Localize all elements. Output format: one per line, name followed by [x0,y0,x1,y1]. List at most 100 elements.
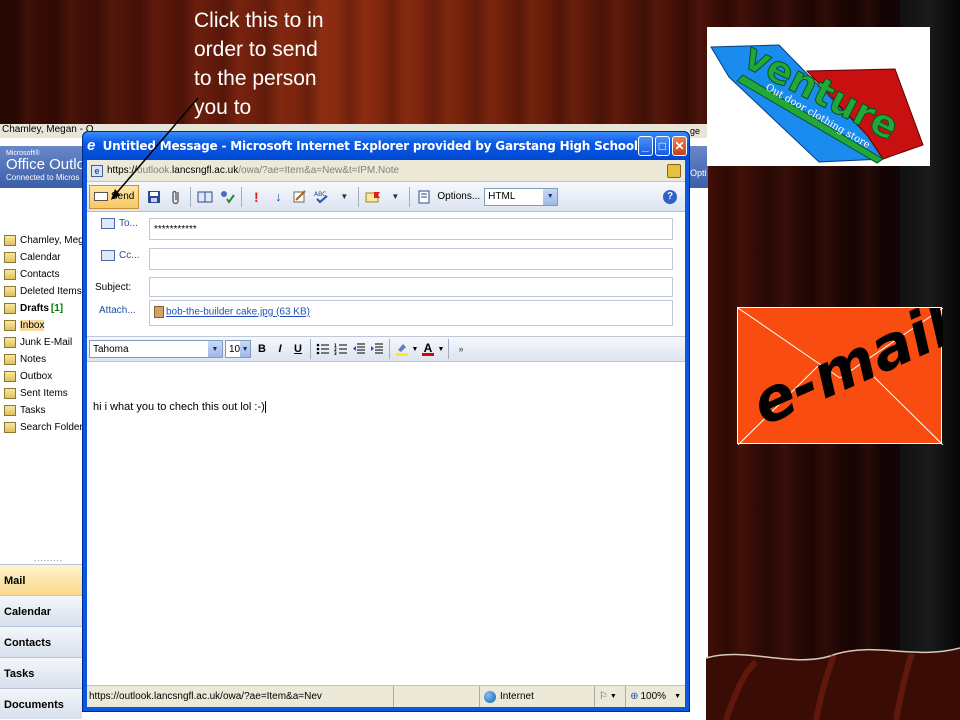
connected-label: Connected to Micros [6,173,80,182]
page-icon: e [91,164,103,177]
folder-item-outbox[interactable]: Outbox [0,368,82,385]
subject-field[interactable] [149,277,673,297]
to-button[interactable]: To... [87,218,149,229]
options-button[interactable]: Options... [437,191,480,202]
address-book-icon [101,218,115,229]
folder-item-sent[interactable]: Sent Items [0,385,82,402]
status-url: https://outlook.lancsngfl.ac.uk/owa/?ae=… [87,686,394,707]
folder-item-inbox[interactable]: Inbox [0,317,82,334]
send-button[interactable]: Send [89,184,140,209]
folder-item-calendar[interactable]: Calendar [0,249,82,266]
address-bar[interactable]: e https://outlook.lancsngfl.ac.uk/owa/?a… [87,160,685,182]
font-select[interactable]: Tahoma ▼ [89,340,223,358]
attach-button[interactable]: Attach... [87,305,149,316]
folder-item-search[interactable]: Search Folders [0,419,88,436]
cc-field[interactable] [149,248,673,270]
message-body-editor[interactable]: hi i what you to chech this out lol :-) [87,389,685,685]
toolbar-separator [409,186,411,207]
attachment-field: bob-the-builder cake.jpg (63 KB) [149,300,673,326]
ie-logo-icon: e [87,137,96,154]
italic-button[interactable]: I [271,339,289,359]
window-titlebar[interactable]: e Untitled Message - Microsoft Internet … [83,132,689,160]
folder-item-drafts[interactable]: Drafts [1] [0,300,82,317]
nav-mail-button[interactable]: Mail [0,564,82,595]
zoom-icon: ⊕ [630,691,639,702]
help-icon[interactable]: ? [663,189,677,204]
sent-items-icon [4,388,16,399]
security-zone: Internet [480,686,595,707]
bullet-list-icon[interactable] [314,339,332,359]
nav-documents-button[interactable]: Documents [0,688,82,719]
save-icon[interactable] [143,186,165,208]
underline-button[interactable]: U [289,339,307,359]
annotation-line: Click this to in [194,9,324,32]
font-color-dropdown-icon[interactable]: ▼ [437,339,445,359]
send-label: Send [111,191,135,202]
zoom-control[interactable]: ⊕ 100% ▼ [626,686,685,707]
more-options-chevron-icon[interactable]: » [452,339,470,359]
deleted-items-icon [4,286,16,297]
contacts-icon [4,269,16,280]
folder-item-deleted[interactable]: Deleted Items [0,283,82,300]
lock-icon[interactable] [667,163,681,178]
flag-dropdown-icon[interactable]: ▼ [384,186,406,208]
low-importance-icon[interactable]: ↓ [267,186,289,208]
address-text[interactable]: https://outlook.lancsngfl.ac.uk/owa/?ae=… [107,165,667,176]
highlight-dropdown-icon[interactable]: ▼ [411,339,419,359]
format-select[interactable]: HTML ▼ [484,187,559,206]
zone-label: Internet [499,691,534,702]
outlook-header-logo: Microsoft® Office Outlo Connected to Mic… [0,146,85,188]
high-importance-icon[interactable]: ! [245,186,267,208]
globe-icon [483,690,496,703]
decrease-indent-icon[interactable] [350,339,368,359]
venture-logo: venture Out door clothing store [707,27,930,166]
cc-button[interactable]: Cc... [87,250,149,261]
protected-mode-button[interactable]: ⚐ ▼ [595,686,627,707]
follow-up-flag-icon[interactable] [362,186,384,208]
attachment-link[interactable]: bob-the-builder cake.jpg (63 KB) [166,307,310,318]
bold-button[interactable]: B [253,339,271,359]
font-color-button[interactable]: A [419,339,437,359]
outlook-options-fragment[interactable]: Opti [690,168,707,178]
folder-item-mailbox[interactable]: Chamley, Megan [0,232,95,249]
spell-check-dropdown-icon[interactable]: ▼ [333,186,355,208]
nav-tasks-button[interactable]: Tasks [0,657,82,688]
attach-icon[interactable] [165,186,187,208]
toolbar-separator [310,339,311,359]
nav-calendar-button[interactable]: Calendar [0,595,82,626]
nav-contacts-button[interactable]: Contacts [0,626,82,657]
signature-icon[interactable] [289,186,311,208]
font-color-swatch [422,352,434,356]
close-button[interactable]: ✕ [671,136,687,156]
calendar-icon [4,252,16,263]
folder-item-tasks[interactable]: Tasks [0,402,82,419]
check-names-icon[interactable] [216,186,238,208]
annotation-line: to the person [194,67,317,90]
address-book-icon[interactable] [194,186,216,208]
annotation-line: order to send [194,38,318,61]
folder-item-junk[interactable]: Junk E-Mail [0,334,82,351]
splitter-grip[interactable]: ......... [34,554,63,563]
to-field[interactable]: *********** [149,218,673,240]
maximize-button[interactable]: □ [654,136,670,156]
highlight-icon[interactable] [393,339,411,359]
venture-logo-graphic: venture Out door clothing store [710,33,924,164]
spell-check-icon[interactable]: ABC [311,186,333,208]
new-message-window: e Untitled Message - Microsoft Internet … [82,131,690,712]
folder-item-notes[interactable]: Notes [0,351,82,368]
options-icon[interactable] [413,186,435,208]
status-bar: https://outlook.lancsngfl.ac.uk/owa/?ae=… [87,685,685,707]
nav-buttons: Mail Calendar Contacts Tasks Documents [0,564,82,719]
minimize-button[interactable]: _ [637,136,653,156]
formatting-toolbar: Tahoma ▼ 10 ▼ B I U 123 ▼ A ▼ » [87,336,685,362]
email-envelope-graphic: e-mail [737,290,960,446]
chevron-down-icon: ▼ [674,693,681,700]
message-toolbar: Send ! ↓ ABC ▼ ▼ Options... HTML ▼ ? [87,182,685,212]
folder-item-contacts[interactable]: Contacts [0,266,82,283]
window-body: e https://outlook.lancsngfl.ac.uk/owa/?a… [87,160,685,707]
font-size-select[interactable]: 10 ▼ [225,340,251,358]
numbered-list-icon[interactable]: 123 [332,339,350,359]
image-file-icon [154,306,164,318]
chevron-down-icon: ▼ [543,188,558,205]
increase-indent-icon[interactable] [368,339,386,359]
